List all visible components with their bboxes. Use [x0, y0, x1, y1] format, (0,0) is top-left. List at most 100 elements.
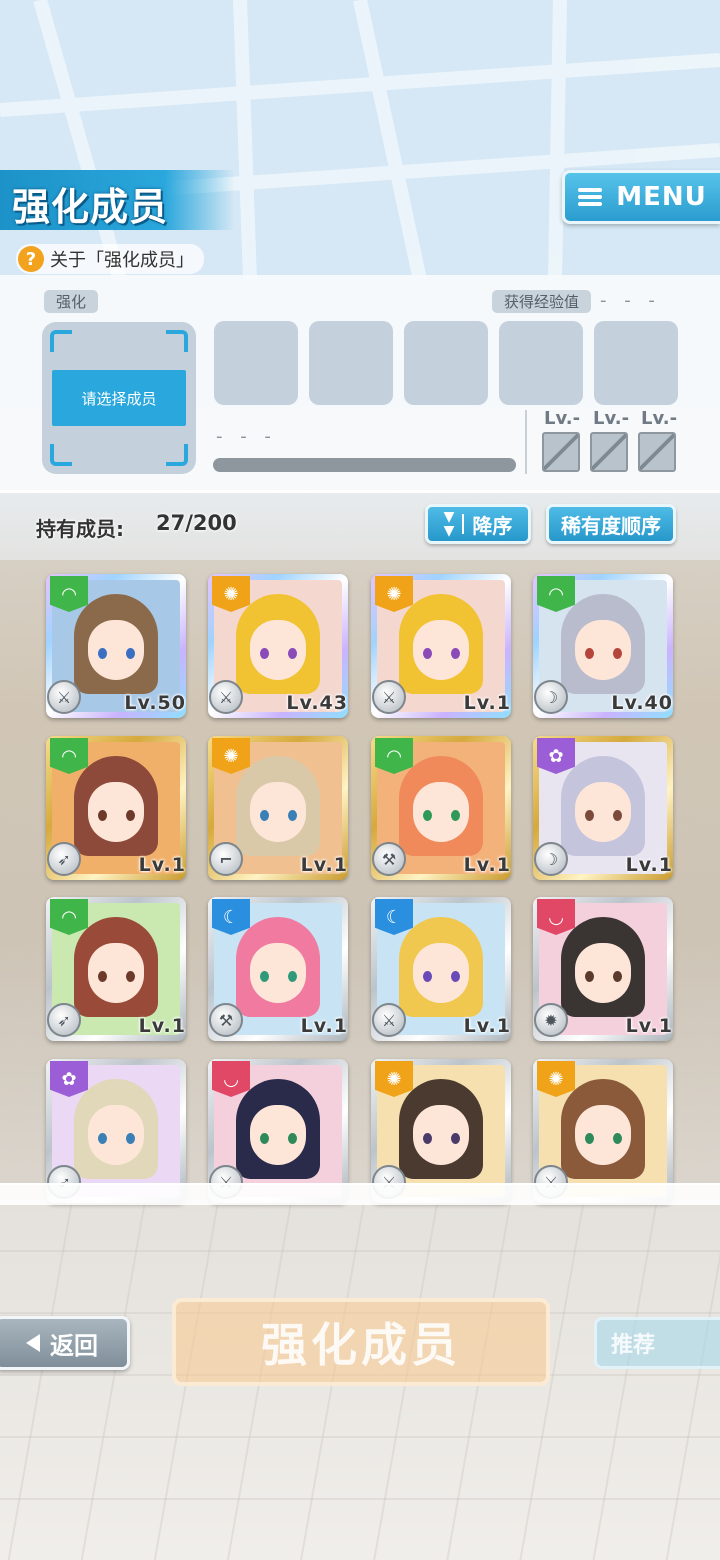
attribute-green-icon: ◠	[50, 738, 88, 774]
sword-icon: ⚔	[209, 680, 243, 714]
portrait-eye	[126, 971, 135, 982]
portrait-eye	[423, 810, 432, 821]
portrait-face	[250, 1105, 306, 1165]
portrait-eye	[451, 810, 460, 821]
portrait-eye	[613, 648, 622, 659]
portrait-eye	[288, 971, 297, 982]
exp-tag: 获得经验值	[492, 290, 592, 313]
material-level: Lv.-	[593, 408, 630, 429]
spear-icon: ➶	[47, 1003, 81, 1037]
portrait-face	[88, 1105, 144, 1165]
attribute-blue-icon: ☾	[212, 899, 250, 935]
attribute-green-icon: ◠	[50, 899, 88, 935]
portrait-eye	[613, 1133, 622, 1144]
empty-slot-icon	[638, 432, 676, 472]
portrait-eye	[260, 971, 269, 982]
card-level: Lv.1	[138, 854, 186, 876]
portrait-face	[413, 620, 469, 680]
portrait-eye	[451, 1133, 460, 1144]
attribute-orange-icon: ✺	[537, 1061, 575, 1097]
attribute-blue-icon: ☾	[375, 899, 413, 935]
hammer-icon: ⚒	[372, 842, 406, 876]
attribute-orange-icon: ✺	[212, 738, 250, 774]
portrait-eye	[585, 810, 594, 821]
card-level: Lv.1	[463, 692, 511, 714]
slot-corner	[50, 330, 72, 352]
slot-corner	[50, 444, 72, 466]
attribute-green-icon: ◠	[50, 576, 88, 612]
divider	[525, 410, 527, 474]
portrait-eye	[126, 648, 135, 659]
material-slot[interactable]	[309, 321, 393, 405]
portrait-face	[575, 943, 631, 1003]
attribute-purple-icon: ✿	[537, 738, 575, 774]
portrait-face	[413, 1105, 469, 1165]
card-level: Lv.1	[138, 1015, 186, 1037]
sort-key-button[interactable]: 稀有度顺序	[546, 504, 676, 544]
sort-order-label: 降序	[472, 513, 513, 538]
portrait-eye	[98, 648, 107, 659]
progress-text: - - -	[216, 426, 277, 447]
back-arrow-icon	[26, 1334, 40, 1352]
material-slot[interactable]	[594, 321, 678, 405]
portrait-face	[413, 943, 469, 1003]
spear-icon: ➶	[47, 842, 81, 876]
portrait-eye	[613, 810, 622, 821]
card-level: Lv.40	[611, 692, 673, 714]
sword-icon: ⚔	[372, 1003, 406, 1037]
select-member-button[interactable]: 请选择成员	[52, 370, 186, 426]
member-count-label: 持有成员:	[36, 517, 124, 541]
material-slot[interactable]	[404, 321, 488, 405]
portrait-face	[575, 620, 631, 680]
portrait-eye	[98, 1133, 107, 1144]
portrait-eye	[98, 971, 107, 982]
card-level: Lv.1	[625, 854, 673, 876]
chevron-down-icon: ▼ ▼	[443, 509, 455, 539]
attribute-green-icon: ◠	[537, 576, 575, 612]
enhance-member-button[interactable]: 强化成员	[172, 1298, 550, 1386]
portrait-eye	[423, 648, 432, 659]
card-level: Lv.1	[463, 854, 511, 876]
grid-bottom-edge	[0, 1183, 720, 1205]
exp-progress-bar	[213, 458, 516, 472]
portrait-eye	[423, 971, 432, 982]
material-level: Lv.-	[641, 408, 678, 429]
portrait-eye	[126, 1133, 135, 1144]
attribute-orange-icon: ✺	[212, 576, 250, 612]
slot-corner	[166, 330, 188, 352]
card-level: Lv.1	[463, 1015, 511, 1037]
card-level: Lv.50	[124, 692, 186, 714]
card-level: Lv.1	[300, 1015, 348, 1037]
scythe-icon: ☽	[534, 680, 568, 714]
material-slot[interactable]	[214, 321, 298, 405]
attribute-red-icon: ◡	[212, 1061, 250, 1097]
empty-slot-icon	[542, 432, 580, 472]
page-title: 强化成员	[12, 185, 169, 229]
attribute-orange-icon: ✺	[375, 576, 413, 612]
portrait-eye	[451, 648, 460, 659]
portrait-eye	[585, 1133, 594, 1144]
portrait-face	[88, 943, 144, 1003]
card-level: Lv.43	[286, 692, 348, 714]
portrait-eye	[423, 1133, 432, 1144]
portrait-eye	[585, 971, 594, 982]
portrait-face	[88, 620, 144, 680]
help-icon: ?	[18, 246, 44, 272]
recommend-button[interactable]: 推荐	[594, 1317, 720, 1369]
back-button[interactable]: 返回	[0, 1316, 130, 1370]
portrait-face	[88, 782, 144, 842]
shield-icon: ✹	[534, 1003, 568, 1037]
menu-button[interactable]: MENU	[562, 170, 720, 224]
sort-order-button[interactable]: ▼ ▼ 降序	[425, 504, 531, 544]
portrait-face	[250, 782, 306, 842]
about-link[interactable]: ? 关于「强化成员」	[16, 244, 204, 274]
material-slot[interactable]	[499, 321, 583, 405]
portrait-eye	[126, 810, 135, 821]
background-window	[0, 0, 720, 280]
slot-corner	[166, 444, 188, 466]
empty-slot-icon	[590, 432, 628, 472]
card-level: Lv.1	[625, 1015, 673, 1037]
sword-icon: ⚔	[47, 680, 81, 714]
portrait-eye	[288, 648, 297, 659]
scythe-icon: ☽	[534, 842, 568, 876]
